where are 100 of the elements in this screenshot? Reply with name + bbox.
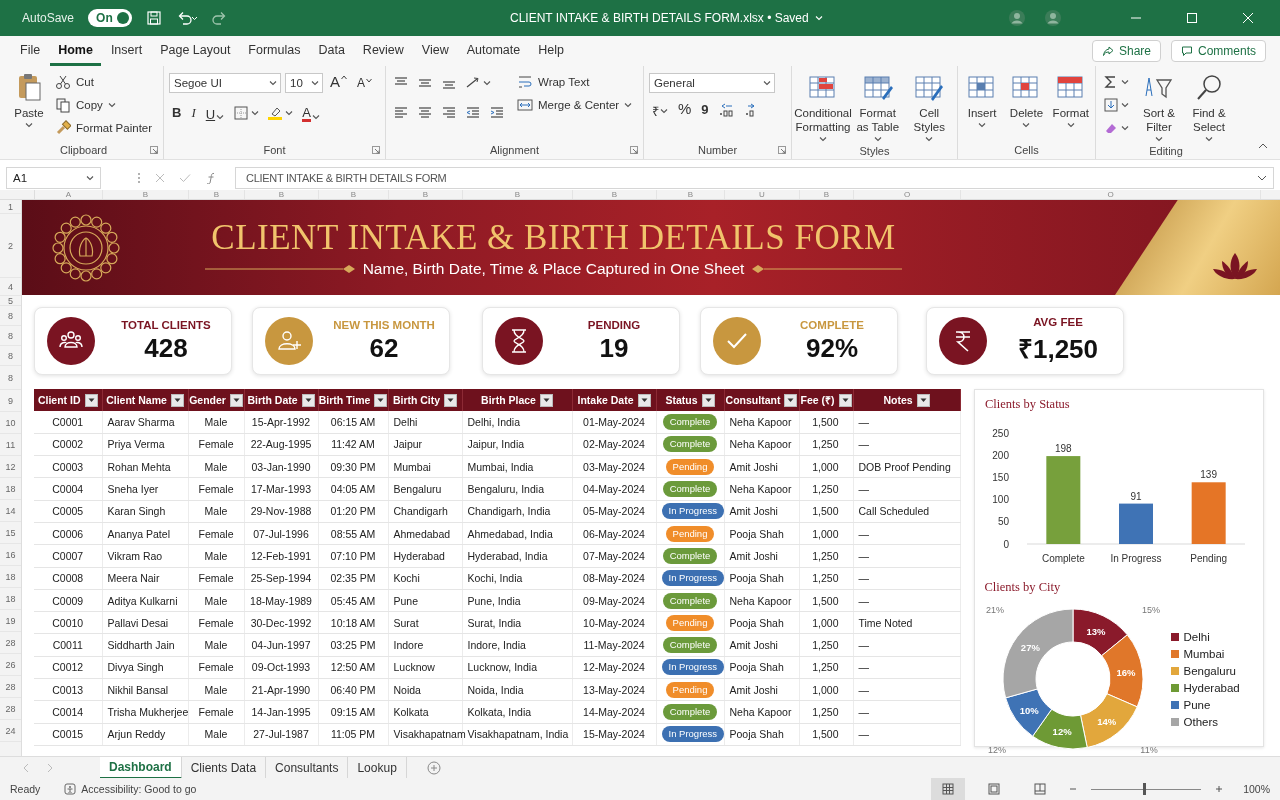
undo-icon[interactable]	[176, 10, 199, 26]
row-header[interactable]: 12	[0, 456, 21, 478]
accessibility-icon[interactable]	[64, 783, 77, 795]
row-header[interactable]: 2	[0, 214, 21, 278]
font-size-dropdown[interactable]: 10	[285, 73, 323, 93]
ribbon-tab[interactable]: Insert	[102, 36, 151, 66]
ribbon-button[interactable]: Format as Table	[855, 70, 901, 142]
row-header[interactable]: 28	[0, 698, 21, 720]
ribbon-button[interactable]: Conditional Formatting	[797, 70, 849, 142]
row-header[interactable]: 9	[0, 390, 21, 412]
filter-dropdown-button[interactable]	[784, 393, 798, 407]
ribbon-button[interactable]: Copy	[55, 95, 153, 115]
ribbon-button[interactable]: Format	[1051, 70, 1090, 128]
currency-button[interactable]: ₹	[649, 100, 671, 120]
row-header[interactable]: 18	[0, 478, 21, 500]
number-format-dropdown[interactable]: General	[649, 73, 775, 93]
zoom-in-icon[interactable]	[1215, 785, 1224, 793]
accessibility-status[interactable]: Accessibility: Good to go	[81, 783, 197, 795]
font-name-dropdown[interactable]: Segoe UI	[169, 73, 281, 93]
avatar-icon[interactable]	[1008, 9, 1026, 27]
filter-dropdown-button[interactable]	[701, 393, 715, 407]
close-icon[interactable]	[1242, 12, 1254, 24]
row-header[interactable]: 11	[0, 434, 21, 456]
dialog-launcher-icon[interactable]	[778, 146, 786, 154]
row-header[interactable]: 10	[0, 412, 21, 434]
zoom-level[interactable]: 100%	[1243, 783, 1270, 795]
ribbon-tab[interactable]: Data	[310, 36, 353, 66]
ribbon-button[interactable]: Merge & Center	[517, 95, 633, 115]
row-header[interactable]: 28	[0, 632, 21, 654]
collapse-icon[interactable]	[1258, 143, 1268, 149]
avatar-icon[interactable]	[1044, 9, 1062, 27]
filter-dropdown-button[interactable]	[539, 393, 553, 407]
column-header[interactable]: B	[657, 190, 725, 199]
column-header[interactable]: B	[103, 190, 189, 199]
font-color-button[interactable]: A	[299, 103, 323, 123]
row-header[interactable]: 16	[0, 544, 21, 566]
column-header[interactable]: B	[189, 190, 245, 199]
column-header[interactable]: U	[725, 190, 800, 199]
row-header[interactable]: 8	[0, 326, 21, 346]
ribbon-tab[interactable]: Automate	[458, 36, 529, 66]
row-header[interactable]: 4	[0, 278, 21, 296]
dialog-launcher-icon[interactable]	[150, 146, 158, 154]
ribbon-button[interactable]: Sort & Filter	[1137, 70, 1181, 142]
view-button[interactable]	[931, 778, 966, 800]
zoom-slider-thumb[interactable]	[1142, 782, 1146, 795]
share-button[interactable]: Share	[1091, 40, 1161, 62]
column-header[interactable]: B	[463, 190, 573, 199]
ribbon-button[interactable]: Paste	[9, 70, 49, 128]
underline-button[interactable]: U	[202, 103, 228, 123]
italic-button[interactable]: I	[188, 103, 199, 123]
sheet-tab[interactable]: Dashboard	[100, 756, 182, 779]
filter-dropdown-button[interactable]	[916, 393, 930, 407]
ribbon-button[interactable]: Find & Select	[1187, 70, 1231, 142]
maximize-icon[interactable]	[1186, 12, 1198, 24]
row-header[interactable]: 18	[0, 566, 21, 588]
row-header[interactable]: 1	[0, 200, 21, 214]
column-header[interactable]: B	[800, 190, 854, 199]
ribbon-tab[interactable]: File	[12, 36, 49, 66]
row-header[interactable]: 8	[0, 306, 21, 326]
filter-dropdown-button[interactable]	[301, 393, 315, 407]
filter-dropdown-button[interactable]	[170, 393, 184, 407]
ribbon-tab[interactable]: Page Layout	[152, 36, 239, 66]
column-header[interactable]: B	[319, 190, 389, 199]
filter-dropdown-button[interactable]	[838, 393, 852, 407]
add-sheet-icon[interactable]	[426, 760, 441, 775]
row-header[interactable]: 8	[0, 346, 21, 366]
row-header[interactable]: 18	[0, 588, 21, 610]
column-header[interactable]: B	[573, 190, 657, 199]
column-header[interactable]: B	[389, 190, 463, 199]
bold-button[interactable]: B	[169, 103, 185, 123]
ribbon-button[interactable]: Cut	[55, 72, 153, 92]
row-header[interactable]: 8	[0, 366, 21, 390]
decrease-font-button[interactable]: A	[354, 73, 376, 93]
dialog-launcher-icon[interactable]	[630, 146, 638, 154]
increase-font-button[interactable]: A	[327, 73, 350, 93]
filter-dropdown-button[interactable]	[444, 393, 458, 407]
comma-style-button[interactable]: 9	[698, 100, 712, 120]
zoom-out-icon[interactable]	[1069, 785, 1078, 793]
filter-dropdown-button[interactable]	[84, 393, 98, 407]
row-header[interactable]: 28	[0, 676, 21, 698]
row-header[interactable]: 5	[0, 296, 21, 306]
percent-button[interactable]: %	[675, 100, 695, 120]
name-box[interactable]: A1	[6, 167, 101, 189]
ribbon-tab[interactable]: Help	[530, 36, 572, 66]
row-header[interactable]: 26	[0, 654, 21, 676]
filter-dropdown-button[interactable]	[637, 393, 651, 407]
row-header[interactable]: 15	[0, 522, 21, 544]
ribbon-tab[interactable]: Formulas	[240, 36, 309, 66]
caret-icon[interactable]	[1257, 175, 1267, 181]
filter-dropdown-button[interactable]	[229, 393, 243, 407]
row-header[interactable]: 14	[0, 500, 21, 522]
ribbon-button[interactable]: Insert	[963, 70, 1002, 128]
ribbon-tab[interactable]: View	[413, 36, 457, 66]
ribbon-button[interactable]: Cell Styles	[906, 70, 952, 142]
ribbon-button[interactable]: Wrap Text	[517, 72, 633, 92]
ribbon-button[interactable]: Delete	[1007, 70, 1046, 128]
row-header[interactable]: 19	[0, 610, 21, 632]
autosave-toggle[interactable]: On	[88, 9, 133, 27]
column-header[interactable]: B	[245, 190, 319, 199]
comments-button[interactable]: Comments	[1171, 40, 1266, 62]
